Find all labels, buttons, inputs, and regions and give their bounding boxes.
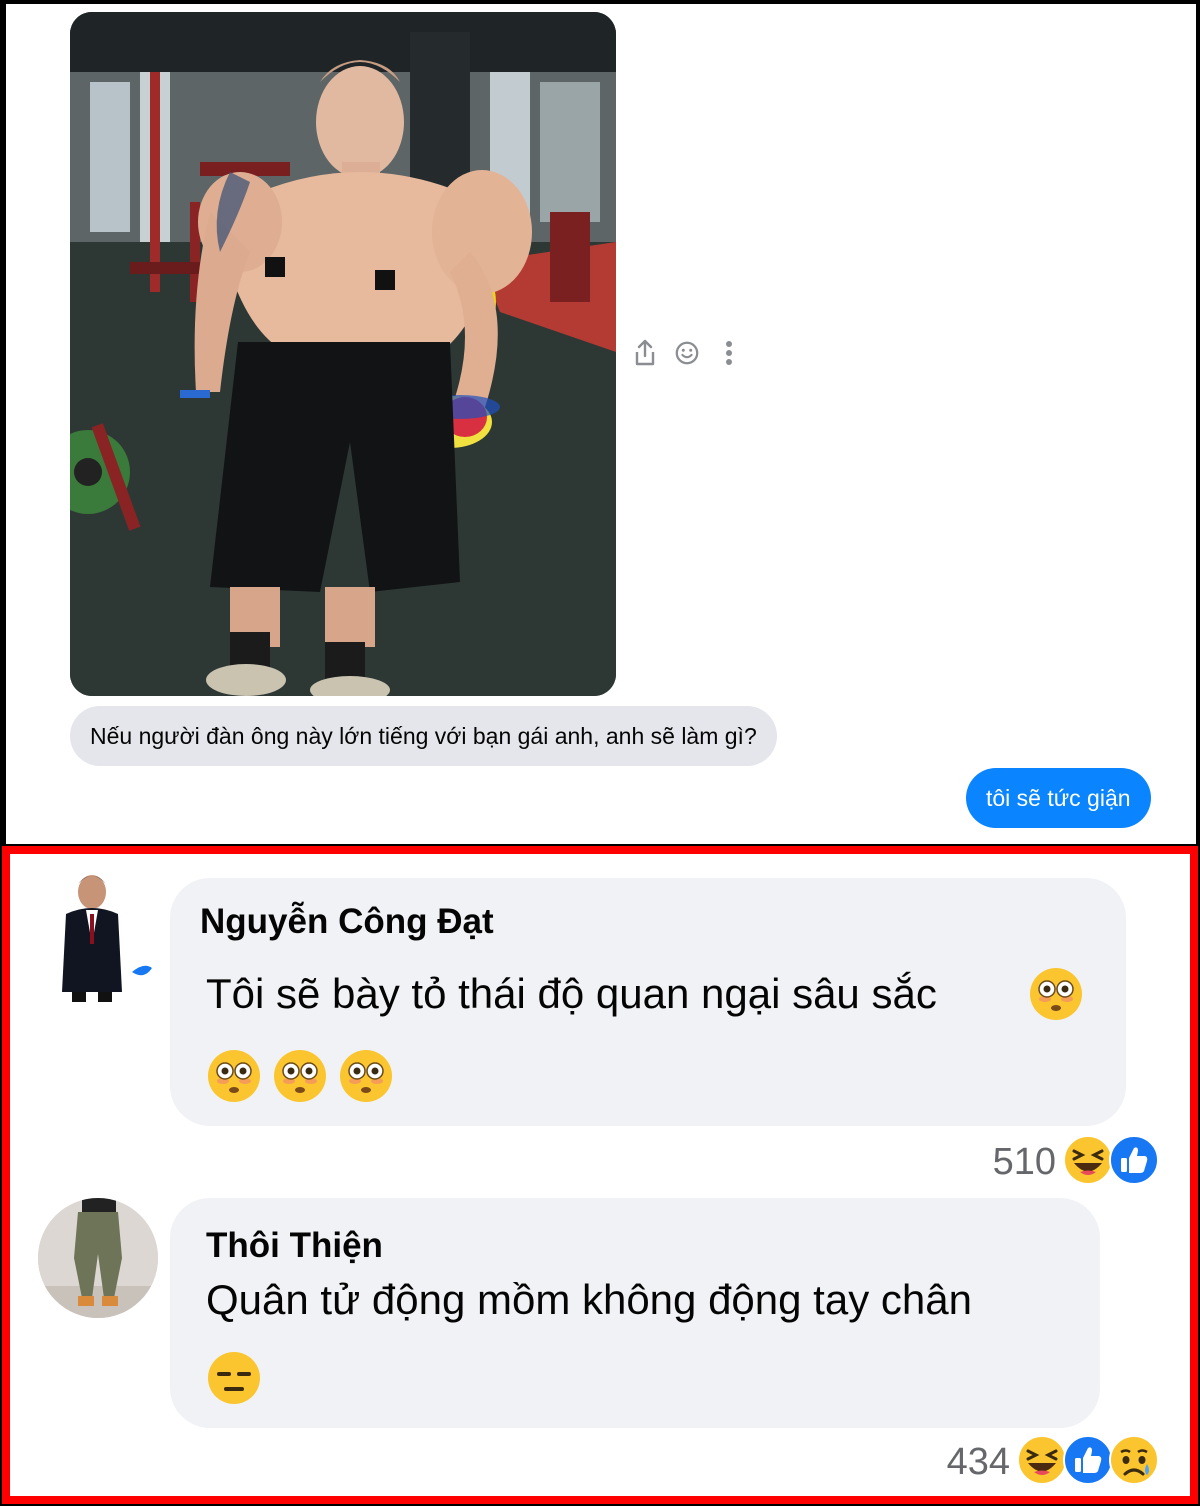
comment-author[interactable]: Thôi Thiện: [206, 1226, 383, 1266]
emoji-row: [206, 1350, 262, 1411]
avatar[interactable]: [40, 864, 158, 1004]
haha-reaction-icon: [1016, 1434, 1068, 1491]
like-reaction-icon: [1108, 1134, 1160, 1191]
flushed-face-icon: [1028, 966, 1084, 1027]
reaction-count: 434: [946, 1441, 1010, 1483]
emoji-row: [206, 1048, 394, 1109]
messenger-chat-panel: Nếu người đàn ông này lớn tiếng với bạn …: [6, 4, 1196, 844]
avatar[interactable]: [38, 1198, 158, 1318]
shared-photo-gym-man[interactable]: [70, 12, 616, 696]
more-vertical-icon[interactable]: [716, 338, 742, 368]
haha-reaction-icon: [1062, 1134, 1114, 1191]
message-actions: [632, 338, 742, 368]
comment-bubble[interactable]: Thôi Thiện Quân tử động mồm không động t…: [170, 1198, 1100, 1428]
incoming-message-bubble[interactable]: Nếu người đàn ông này lớn tiếng với bạn …: [70, 706, 777, 766]
flushed-face-icon: [272, 1048, 328, 1109]
comment-text: Tôi sẽ bày tỏ thái độ quan ngại sâu sắc: [206, 970, 937, 1017]
comment-bubble[interactable]: Nguyễn Công Đạt Tôi sẽ bày tỏ thái độ qu…: [170, 878, 1126, 1126]
outgoing-message-bubble[interactable]: tôi sẽ tức giận: [966, 768, 1151, 828]
smiley-icon[interactable]: [674, 338, 700, 368]
sad-reaction-icon: [1108, 1434, 1160, 1491]
comment-author[interactable]: Nguyễn Công Đạt: [200, 902, 494, 942]
flushed-face-icon: [206, 1048, 262, 1109]
comment-text: Quân tử động mồm không động tay chân: [206, 1276, 972, 1323]
like-reaction-icon: [1062, 1434, 1114, 1491]
comments-section: Nguyễn Công Đạt Tôi sẽ bày tỏ thái độ qu…: [2, 846, 1198, 1504]
flushed-face-icon: [338, 1048, 394, 1109]
share-icon[interactable]: [632, 338, 658, 368]
expressionless-face-icon: [206, 1350, 262, 1411]
reaction-summary[interactable]: 510: [993, 1134, 1160, 1191]
reaction-summary[interactable]: 434: [947, 1434, 1160, 1491]
reaction-count: 510: [992, 1141, 1056, 1183]
